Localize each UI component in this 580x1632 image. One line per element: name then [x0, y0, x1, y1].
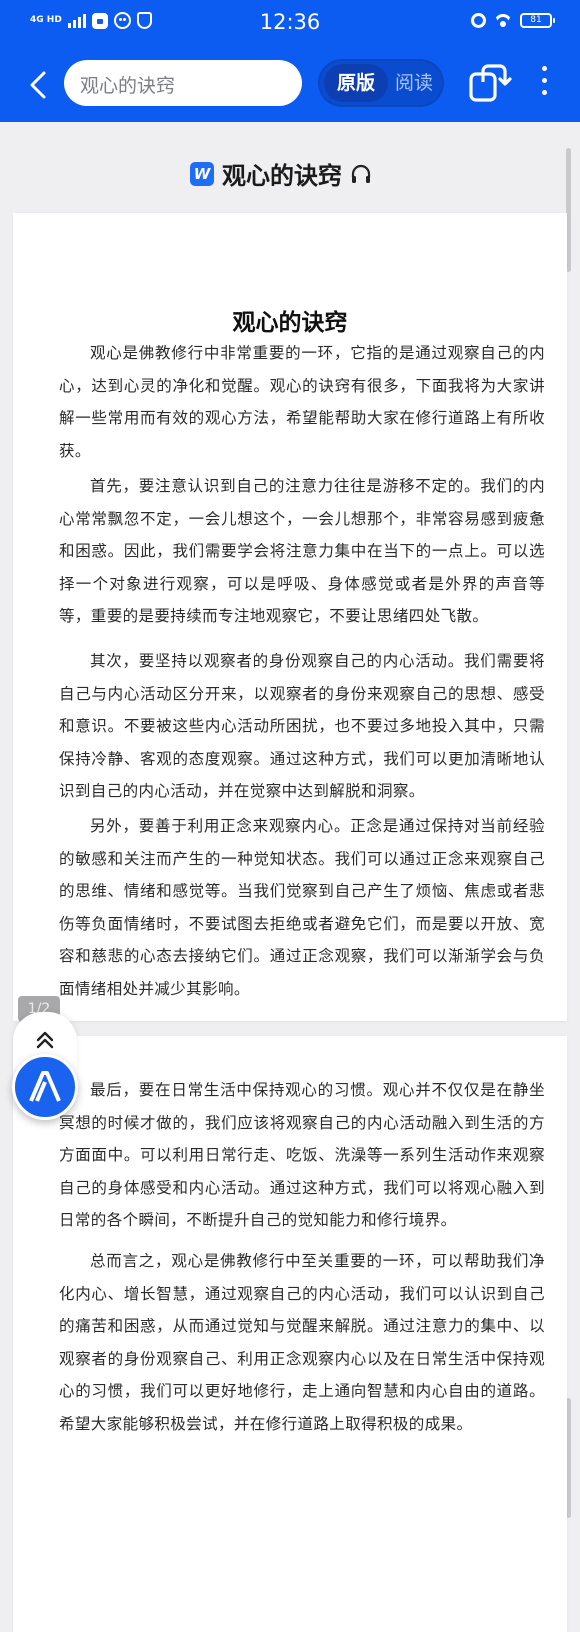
document-header: W 观心的诀窍 [0, 150, 580, 196]
ai-assistant-icon [29, 1071, 61, 1102]
app-bar: 观心的诀窍 原版 阅读 [0, 54, 580, 116]
search-input-text: 观心的诀窍 [80, 75, 176, 97]
search-input[interactable]: 观心的诀窍 [64, 60, 302, 106]
document-title: 观心的诀窍 [222, 162, 342, 190]
paragraph: 最后，要在日常生活中保持观心的习惯。观心并不仅仅是在静坐冥想的时候才做的，我们应… [59, 1081, 545, 1229]
paragraph: 观心是佛教修行中非常重要的一环，它指的是通过观察自己的内心，达到心灵的净化和觉醒… [59, 344, 545, 460]
mode-original-button[interactable]: 原版 [324, 64, 388, 102]
wifi-icon [494, 14, 512, 28]
paragraph: 另外，要善于利用正念来观察内心。正念是通过保持对当前经验的敏感和关注而产生的一种… [59, 817, 545, 998]
more-vertical-icon[interactable] [536, 66, 552, 100]
signal-icon [67, 13, 86, 28]
article-title: 观心的诀窍 [232, 309, 348, 336]
face-notification-icon [113, 12, 131, 29]
shield-notification-icon [136, 12, 152, 29]
paragraph: 其次，要坚持以观察者的身份观察自己的内心活动。我们需要将自己与内心活动区分开来，… [59, 652, 545, 800]
ai-assistant-button[interactable] [12, 1054, 78, 1120]
document-page-2: 最后，要在日常生活中保持观心的习惯。观心并不仅仅是在静坐冥想的时候才做的，我们应… [13, 1036, 567, 1632]
status-bar: 4G HD 12:36 81 [0, 0, 580, 44]
paragraph: 总而言之，观心是佛教修行中至关重要的一环，可以帮助我们净化内心、增长智慧，通过观… [59, 1252, 545, 1433]
w-doc-icon: W [190, 161, 214, 186]
share-rotate-icon[interactable] [466, 60, 512, 106]
headphone-icon[interactable] [350, 163, 372, 185]
network-type: 4G HD [30, 15, 62, 25]
double-chevron-up-icon [36, 1031, 54, 1049]
battery-icon: 81 [520, 13, 555, 28]
app-notification-icon [91, 12, 108, 29]
alarm-icon [471, 13, 486, 28]
view-mode-toggle: 原版 阅读 [318, 59, 444, 107]
paragraph: 首先，要注意认识到自己的注意力往往是游移不定的。我们的内心常常飘忽不定，一会儿想… [59, 477, 545, 625]
top-bar: 4G HD 12:36 81 观心的诀窍 原版 阅读 [0, 0, 580, 122]
document-page-1: 观心的诀窍 观心是佛教修行中非常重要的一环，它指的是通过观察自己的内心，达到心灵… [13, 213, 567, 1021]
back-arrow-icon[interactable] [24, 70, 54, 100]
mode-reading-button[interactable]: 阅读 [390, 64, 438, 102]
